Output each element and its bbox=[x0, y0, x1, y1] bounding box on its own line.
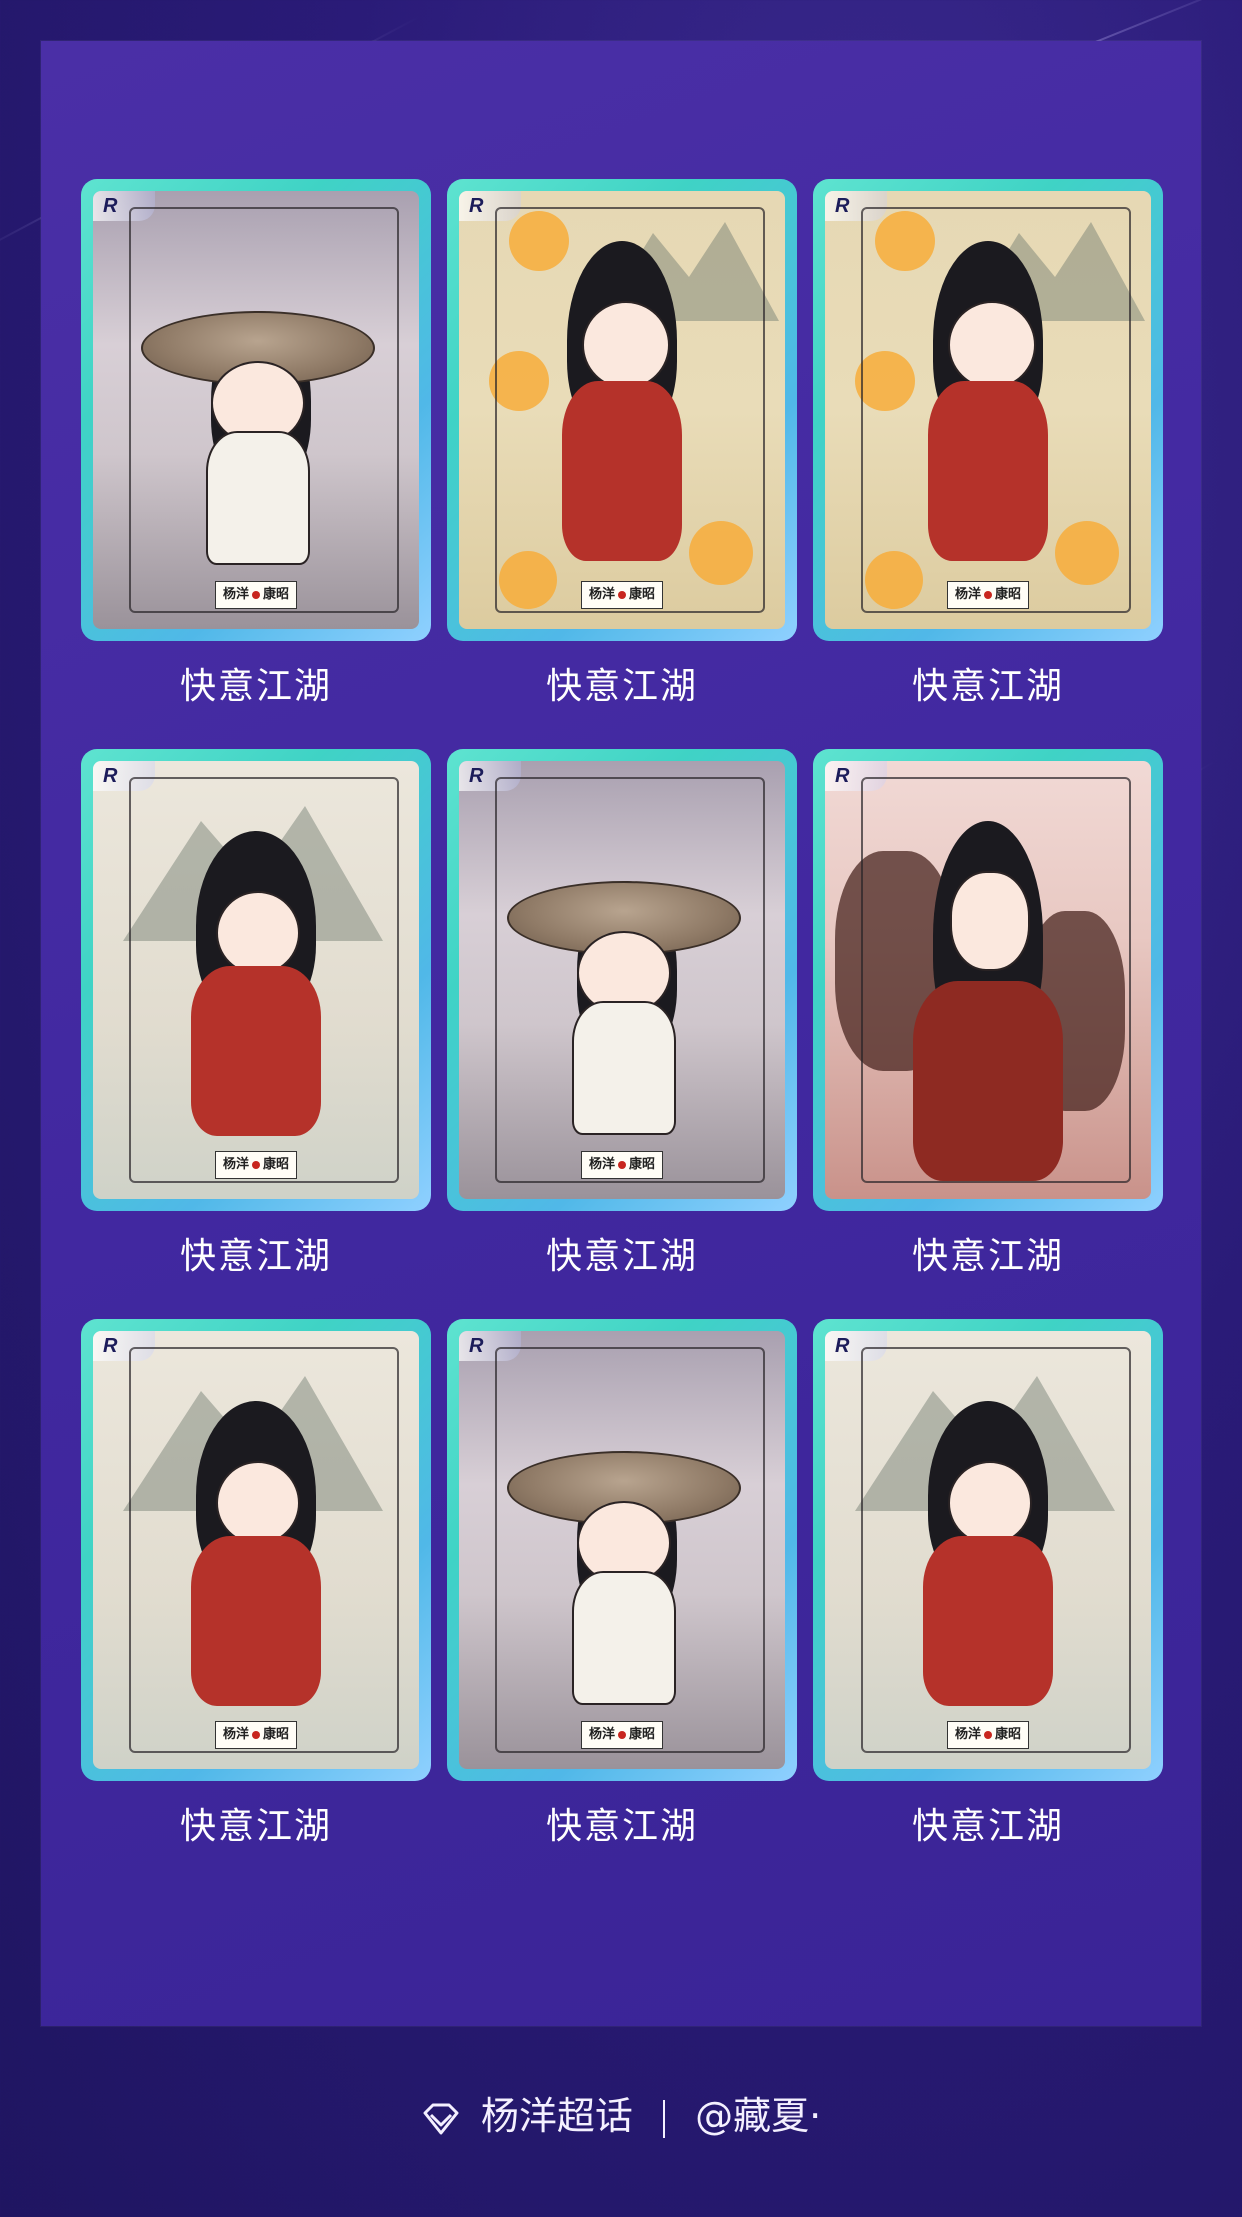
card[interactable]: R 杨洋 康昭 bbox=[81, 1319, 431, 1781]
rarity-badge: R bbox=[469, 1335, 484, 1357]
seal-stamp: 杨洋 康昭 bbox=[581, 1721, 663, 1749]
character-illustration bbox=[512, 231, 732, 571]
card[interactable]: R bbox=[813, 749, 1163, 1211]
seal-stamp: 杨洋 康昭 bbox=[947, 1721, 1029, 1749]
character-illustration bbox=[146, 821, 366, 1141]
card-label: 快意江湖 bbox=[911, 1236, 1064, 1277]
card-artwork: R 杨洋 康昭 bbox=[825, 191, 1151, 629]
card-label: 快意江湖 bbox=[545, 1806, 698, 1847]
card-artwork: R 杨洋 康昭 bbox=[93, 1331, 419, 1769]
card-panel: R 杨洋 康昭 快意江湖 R 杨洋 康昭 快意江湖 R 杨洋 康昭 快意江湖 R… bbox=[41, 41, 1201, 2026]
card-artwork: R bbox=[825, 761, 1151, 1199]
card[interactable]: R 杨洋 康昭 bbox=[447, 749, 797, 1211]
card-label: 快意江湖 bbox=[911, 666, 1064, 707]
character-illustration bbox=[131, 241, 381, 571]
card[interactable]: R 杨洋 康昭 bbox=[813, 1319, 1163, 1781]
rarity-badge: R bbox=[835, 195, 850, 217]
seal-stamp: 杨洋 康昭 bbox=[581, 581, 663, 609]
diamond-icon bbox=[423, 2103, 459, 2134]
card-artwork: R 杨洋 康昭 bbox=[93, 191, 419, 629]
rarity-badge: R bbox=[469, 195, 484, 217]
card-label: 快意江湖 bbox=[179, 666, 332, 707]
card-label: 快意江湖 bbox=[179, 1806, 332, 1847]
seal-stamp: 杨洋 康昭 bbox=[947, 581, 1029, 609]
card-label: 快意江湖 bbox=[545, 1236, 698, 1277]
character-illustration bbox=[878, 1391, 1098, 1711]
seal-stamp: 杨洋 康昭 bbox=[215, 581, 297, 609]
rarity-badge: R bbox=[835, 765, 850, 787]
character-illustration bbox=[497, 811, 747, 1141]
rarity-badge: R bbox=[103, 1335, 118, 1357]
rarity-badge: R bbox=[469, 765, 484, 787]
card[interactable]: R 杨洋 康昭 bbox=[447, 1319, 797, 1781]
watermark-footer: 杨洋超话 @藏夏· bbox=[0, 2085, 1242, 2140]
character-illustration bbox=[497, 1381, 747, 1711]
rarity-badge: R bbox=[103, 195, 118, 217]
card-artwork: R 杨洋 康昭 bbox=[459, 761, 785, 1199]
card[interactable]: R 杨洋 康昭 bbox=[81, 179, 431, 641]
character-illustration bbox=[878, 231, 1098, 571]
card-label: 快意江湖 bbox=[179, 1236, 332, 1277]
card-artwork: R 杨洋 康昭 bbox=[93, 761, 419, 1199]
card[interactable]: R 杨洋 康昭 bbox=[447, 179, 797, 641]
seal-stamp: 杨洋 康昭 bbox=[215, 1721, 297, 1749]
rarity-badge: R bbox=[835, 1335, 850, 1357]
rarity-badge: R bbox=[103, 765, 118, 787]
card-label: 快意江湖 bbox=[911, 1806, 1064, 1847]
seal-stamp: 杨洋 康昭 bbox=[215, 1151, 297, 1179]
card-label: 快意江湖 bbox=[545, 666, 698, 707]
topic-name: 杨洋超话 bbox=[480, 2094, 633, 2138]
card-artwork: R 杨洋 康昭 bbox=[459, 191, 785, 629]
character-illustration bbox=[878, 801, 1098, 1181]
character-illustration bbox=[146, 1391, 366, 1711]
card[interactable]: R 杨洋 康昭 bbox=[813, 179, 1163, 641]
divider bbox=[663, 2099, 665, 2138]
card[interactable]: R 杨洋 康昭 bbox=[81, 749, 431, 1211]
card-artwork: R 杨洋 康昭 bbox=[825, 1331, 1151, 1769]
author-handle: @藏夏· bbox=[695, 2094, 822, 2138]
seal-stamp: 杨洋 康昭 bbox=[581, 1151, 663, 1179]
card-artwork: R 杨洋 康昭 bbox=[459, 1331, 785, 1769]
